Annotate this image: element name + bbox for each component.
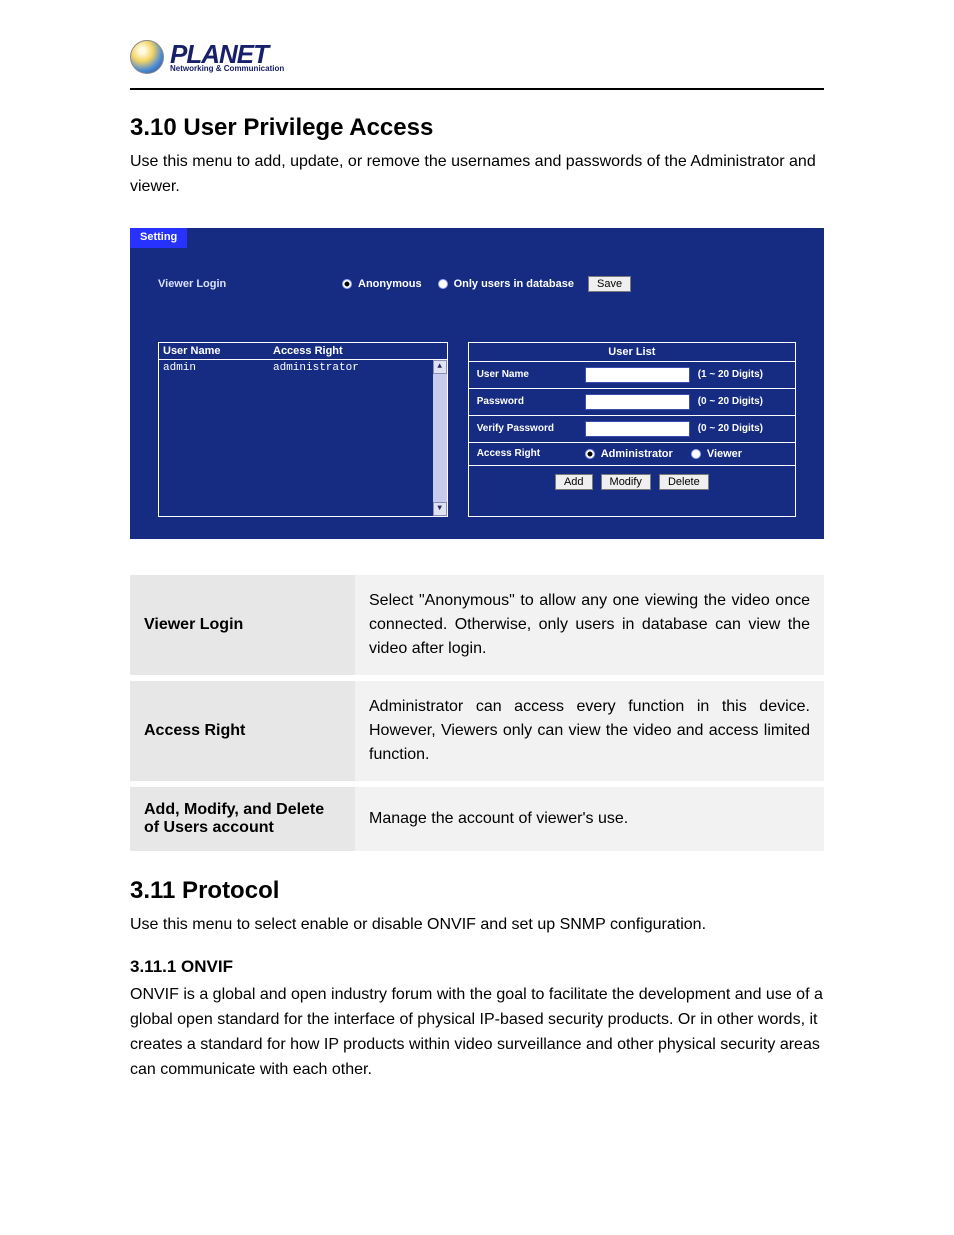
delete-button[interactable]: Delete <box>659 474 709 490</box>
desc-val: Manage the account of viewer's use. <box>355 784 824 851</box>
logo-tagline: Networking & Communication <box>170 65 284 73</box>
desc-key: Access Right <box>130 678 355 784</box>
username-label: User Name <box>477 369 577 380</box>
username-input[interactable] <box>585 367 690 383</box>
section-intro-user-privilege: Use this menu to add, update, or remove … <box>130 150 824 200</box>
scroll-up-icon[interactable]: ▲ <box>433 360 447 374</box>
table-row: Add, Modify, and Delete of Users account… <box>130 784 824 851</box>
verify-password-label: Verify Password <box>477 423 577 434</box>
desc-val: Select "Anonymous" to allow any one view… <box>355 575 824 678</box>
password-input[interactable] <box>585 394 690 410</box>
modify-button[interactable]: Modify <box>601 474 651 490</box>
globe-icon <box>130 40 164 74</box>
user-row-name: admin <box>163 362 273 374</box>
user-list-form: User List User Name (1 ~ 20 Digits) Pass… <box>468 342 796 517</box>
radio-administrator[interactable] <box>585 449 595 459</box>
radio-viewer-label: Viewer <box>707 448 742 460</box>
radio-anonymous[interactable] <box>342 279 352 289</box>
user-list-title: User List <box>469 343 795 362</box>
settings-panel: Setting Viewer Login Anonymous Only user… <box>130 228 824 539</box>
viewer-login-label: Viewer Login <box>158 278 328 290</box>
radio-only-db-label: Only users in database <box>454 278 574 290</box>
scrollbar[interactable]: ▲ ▼ <box>433 360 447 516</box>
radio-only-db[interactable] <box>438 279 448 289</box>
verify-password-input[interactable] <box>585 421 690 437</box>
radio-anonymous-label: Anonymous <box>358 278 422 290</box>
desc-key: Viewer Login <box>130 575 355 678</box>
access-right-label: Access Right <box>477 448 577 459</box>
save-button[interactable]: Save <box>588 276 631 292</box>
scroll-down-icon[interactable]: ▼ <box>433 502 447 516</box>
header-divider <box>130 88 824 90</box>
existing-users-list: User Name Access Right admin administrat… <box>158 342 448 517</box>
radio-administrator-label: Administrator <box>601 448 673 460</box>
col-header-access-right: Access Right <box>273 345 343 357</box>
section-heading-protocol: 3.11 Protocol <box>130 877 824 905</box>
table-row: Viewer Login Select "Anonymous" to allow… <box>130 575 824 678</box>
section-heading-user-privilege: 3.10 User Privilege Access <box>130 114 824 142</box>
user-row-right: administrator <box>273 362 359 374</box>
table-row: Access Right Administrator can access ev… <box>130 678 824 784</box>
col-header-username: User Name <box>163 345 273 357</box>
add-button[interactable]: Add <box>555 474 593 490</box>
password-hint: (0 ~ 20 Digits) <box>698 396 763 407</box>
brand-logo: PLANET Networking & Communication <box>130 40 824 74</box>
tab-setting[interactable]: Setting <box>130 228 187 248</box>
subsection-heading-onvif: 3.11.1 ONVIF <box>130 957 824 977</box>
radio-viewer[interactable] <box>691 449 701 459</box>
description-table: Viewer Login Select "Anonymous" to allow… <box>130 575 824 851</box>
username-hint: (1 ~ 20 Digits) <box>698 369 763 380</box>
desc-val: Administrator can access every function … <box>355 678 824 784</box>
verify-password-hint: (0 ~ 20 Digits) <box>698 423 763 434</box>
password-label: Password <box>477 396 577 407</box>
subsection-body-onvif: ONVIF is a global and open industry foru… <box>130 983 824 1082</box>
desc-key: Add, Modify, and Delete of Users account <box>130 784 355 851</box>
section-intro-protocol: Use this menu to select enable or disabl… <box>130 913 824 938</box>
user-row[interactable]: admin administrator <box>163 362 443 374</box>
